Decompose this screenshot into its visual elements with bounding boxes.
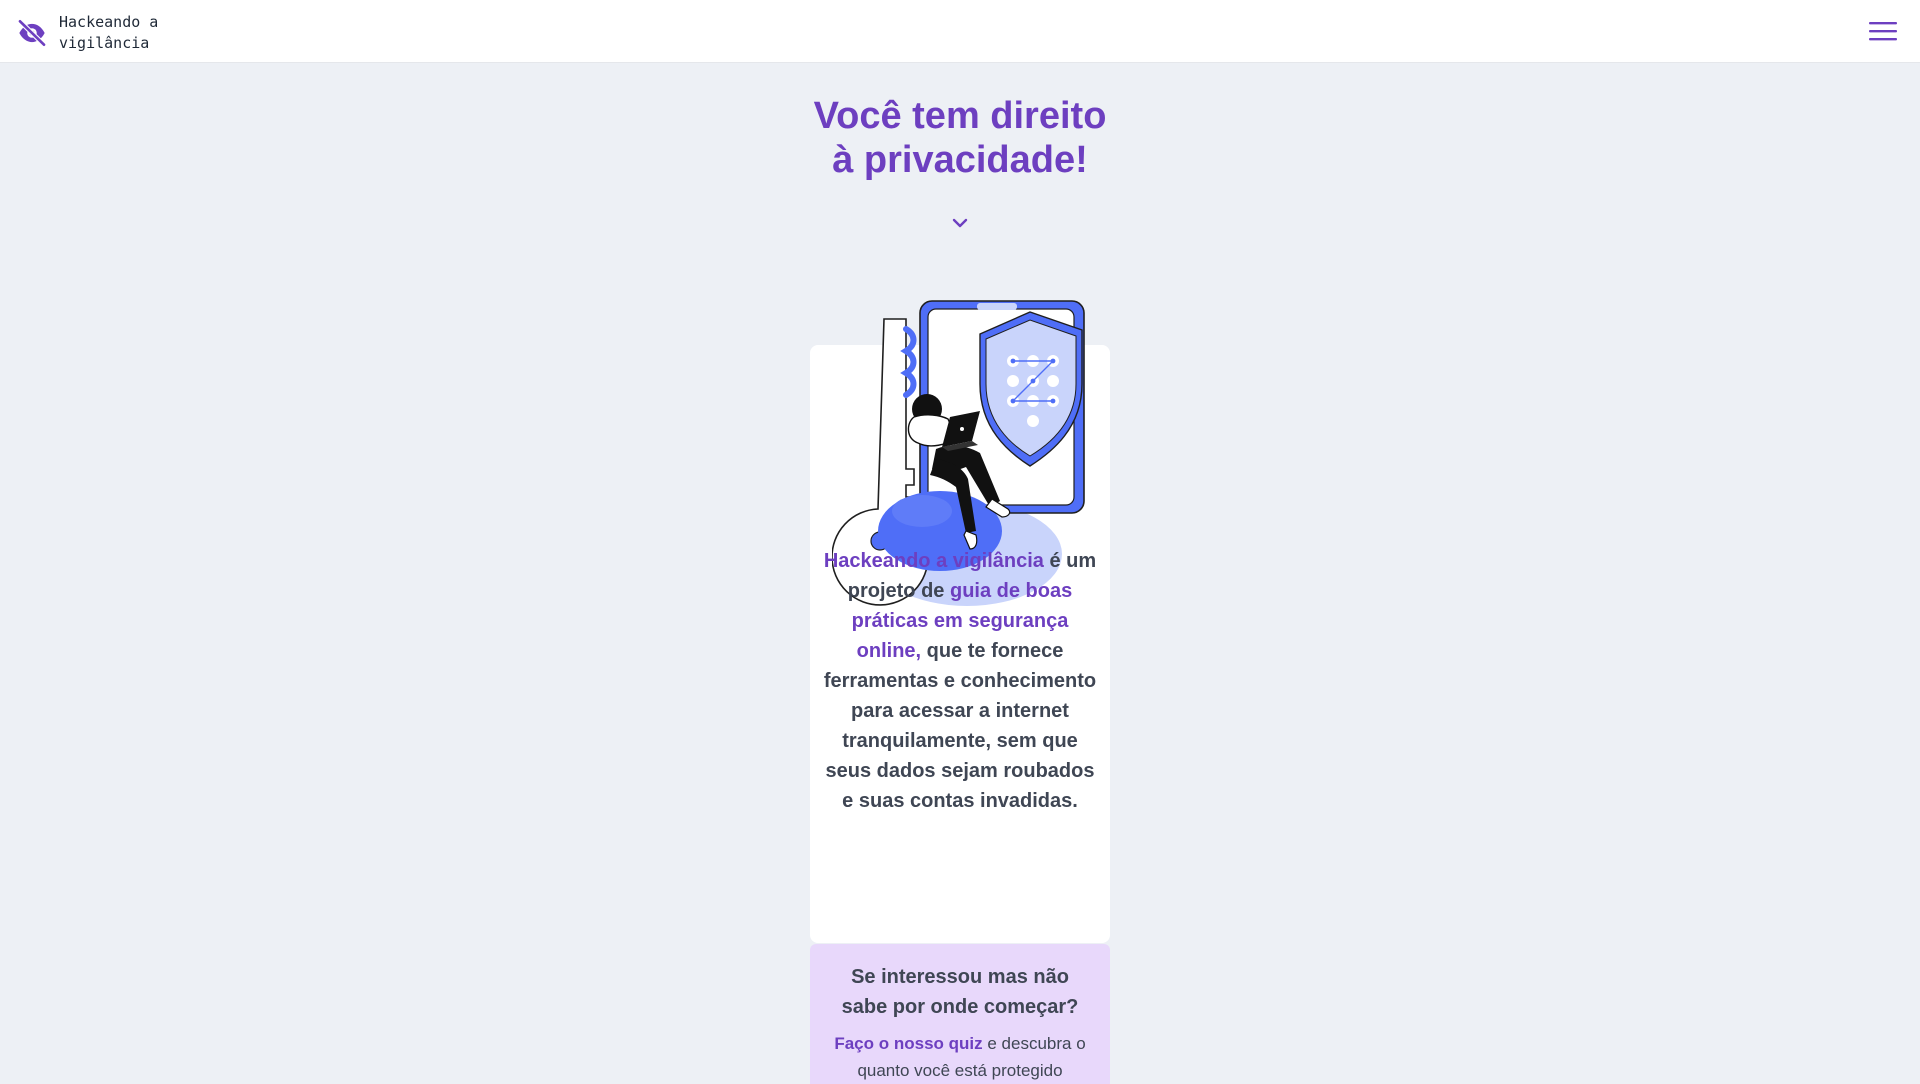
top-navbar: Hackeando a vigilância (0, 0, 1920, 63)
brand-link[interactable]: Hackeando a vigilância (16, 12, 169, 54)
quiz-callout: Se interessou mas não sabe por onde come… (810, 944, 1110, 1084)
chevron-down-icon (951, 216, 969, 232)
hamburger-menu-icon (1868, 21, 1898, 46)
hero-title-line2: à privacidade! (832, 139, 1088, 181)
eye-slash-icon (16, 17, 48, 49)
hero-title: Você tem direito à privacidade! (760, 94, 1160, 182)
quiz-link[interactable]: Faço o nosso quiz (834, 1034, 982, 1053)
intro-text-part2: que te fornece ferramentas e conheciment… (823, 640, 1097, 812)
main-content: Você tem direito à privacidade! Hackeand… (0, 64, 1920, 1084)
intro-project-highlight: Hackeando a vigilância (823, 550, 1044, 572)
menu-button[interactable] (1866, 17, 1900, 47)
brand-name: Hackeando a vigilância (59, 13, 159, 52)
quiz-text: Faço o nosso quiz e descubra o quanto vo… (826, 1030, 1094, 1084)
intro-text: Hackeando a vigilância é um projeto de g… (822, 546, 1098, 816)
hero-title-line1: Você tem direito (813, 95, 1107, 137)
scroll-down-button[interactable] (948, 216, 972, 232)
quiz-title: Se interessou mas não sabe por onde come… (841, 966, 1079, 1018)
